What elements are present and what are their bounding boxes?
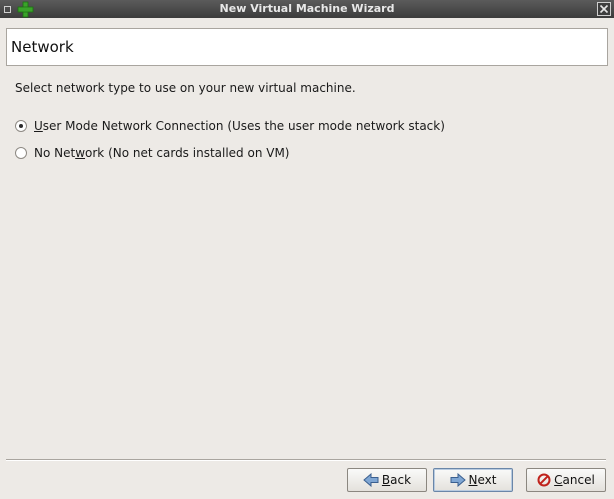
cancel-accel: C [554,473,563,487]
back-accel: B [381,473,391,487]
no-network-label-post: ork (No net cards installed on VM) [85,146,290,160]
title-bar[interactable]: New Virtual Machine Wizard [0,0,614,18]
next-arrow-icon [450,472,466,488]
cancel-label: Cancel [554,473,595,487]
window-title: New Virtual Machine Wizard [219,2,395,15]
page-title: Network [11,38,74,56]
cancel-label-text: ancel [562,473,595,487]
close-icon[interactable] [597,2,611,16]
no-network-label[interactable]: No Network (No net cards installed on VM… [34,146,290,160]
no-network-radio[interactable] [15,147,27,159]
next-label: Next [469,473,497,487]
no-network-option[interactable]: No Network (No net cards installed on VM… [15,145,290,161]
cancel-button[interactable]: Cancel [526,468,606,492]
cancel-icon [537,473,551,487]
user-mode-network-option[interactable]: User Mode Network Connection (Uses the u… [15,118,445,134]
instructions-text: Select network type to use on your new v… [15,81,356,95]
back-label-text: ack [390,473,412,487]
next-accel: N [468,473,478,487]
back-arrow-icon [363,472,379,488]
user-mode-network-label-text: ser Mode Network Connection (Uses the us… [42,119,445,133]
back-button[interactable]: Back [347,468,427,492]
user-mode-network-radio[interactable] [15,120,27,132]
next-label-text: ext [477,473,497,487]
no-network-label-pre: No Net [34,146,76,160]
page-header: Network [6,28,608,66]
back-label: Back [382,473,411,487]
next-button[interactable]: Next [433,468,513,492]
user-mode-network-label[interactable]: User Mode Network Connection (Uses the u… [34,119,445,133]
no-network-accel: w [75,146,86,160]
wizard-window: New Virtual Machine Wizard Network Selec… [0,0,614,499]
user-mode-network-accel: U [34,119,43,133]
button-separator [6,459,606,461]
